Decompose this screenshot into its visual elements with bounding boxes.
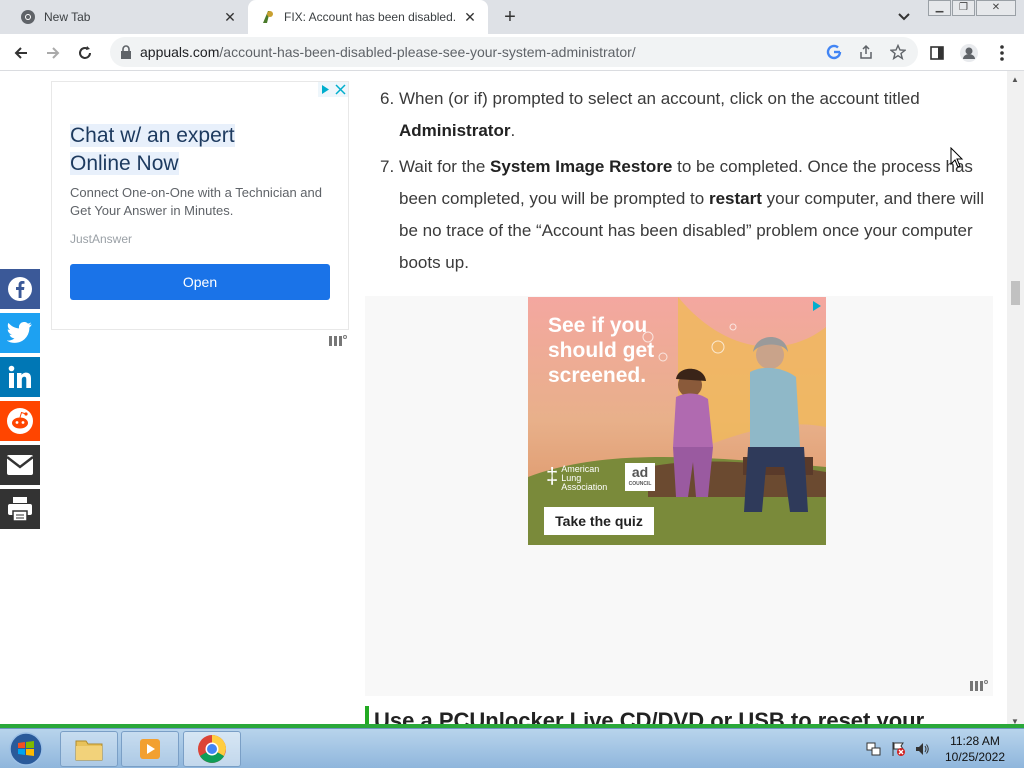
- ad-council-logo: ad COUNCIL: [625, 463, 655, 491]
- print-icon[interactable]: [0, 489, 40, 529]
- tab-strip: New Tab ✕ FIX: Account has been disabled…: [0, 0, 1024, 34]
- menu-kebab-icon[interactable]: [989, 40, 1015, 66]
- restore-button[interactable]: ❐: [952, 0, 975, 16]
- mouse-cursor-icon: [950, 146, 964, 174]
- minimize-button[interactable]: ▁: [928, 0, 951, 16]
- reload-icon[interactable]: [72, 40, 98, 66]
- profile-icon[interactable]: [956, 40, 982, 66]
- reddit-icon[interactable]: [0, 401, 40, 441]
- tab-close-icon[interactable]: ✕: [458, 9, 482, 26]
- media-player-icon: [140, 739, 160, 759]
- ad-headline: Chat w/ an expert Online Now: [70, 124, 235, 175]
- lock-icon[interactable]: [120, 45, 132, 59]
- windows-taskbar: 11:28 AM 10/25/2022: [0, 728, 1024, 768]
- linkedin-icon[interactable]: [0, 357, 40, 397]
- browser-toolbar: appuals.com/account-has-been-disabled-pl…: [0, 34, 1024, 71]
- side-panel-icon[interactable]: [924, 40, 950, 66]
- appuals-icon: [260, 9, 276, 25]
- chrome-icon: [198, 735, 226, 763]
- folder-icon: [75, 740, 103, 761]
- media-player-taskbar-button[interactable]: [121, 731, 179, 767]
- cross-icon: ‡: [546, 463, 559, 488]
- action-center-icon[interactable]: [890, 741, 906, 762]
- clock-date: 10/25/2022: [944, 750, 1006, 764]
- google-icon[interactable]: [824, 42, 844, 62]
- mediavine-icon: [969, 678, 989, 695]
- page-viewport: Chat w/ an expert Online Now Connect One-…: [0, 71, 1024, 728]
- lung-association-logo: ‡ American Lung Association: [546, 463, 608, 492]
- ad-open-button[interactable]: Open: [70, 264, 330, 300]
- tab-close-icon[interactable]: ✕: [218, 9, 242, 26]
- url-host: appuals.com: [140, 44, 220, 60]
- chrome-taskbar-button[interactable]: [183, 731, 241, 767]
- share-icon[interactable]: [856, 42, 876, 62]
- mediavine-icon: [328, 333, 348, 350]
- ad-brand: JustAnswer: [70, 232, 133, 246]
- system-tray: [862, 733, 942, 765]
- facebook-icon[interactable]: [0, 269, 40, 309]
- page-scrollbar[interactable]: ▲ ▼: [1007, 71, 1024, 728]
- scroll-up-icon[interactable]: ▲: [1011, 75, 1019, 84]
- back-icon[interactable]: [8, 40, 34, 66]
- social-share-bar: [0, 269, 40, 533]
- take-quiz-button[interactable]: Take the quiz: [544, 507, 654, 535]
- clock-time: 11:28 AM: [950, 734, 1000, 748]
- explorer-taskbar-button[interactable]: [60, 731, 118, 767]
- windows-logo-icon: [9, 732, 43, 766]
- adchoices-icon[interactable]: [810, 299, 824, 313]
- network-icon[interactable]: [866, 741, 882, 762]
- url-path: /account-has-been-disabled-please-see-yo…: [219, 44, 636, 60]
- ad-lung-association-container: See if you should get screened. ‡ American…: [365, 296, 993, 696]
- ad-headline: See if you should get screened.: [548, 314, 655, 387]
- tab-active-article[interactable]: FIX: Account has been disabled. Please s…: [248, 0, 488, 34]
- start-button[interactable]: [6, 731, 46, 767]
- ad-description: Connect One-on-One with a Technician and…: [70, 185, 322, 218]
- twitter-icon[interactable]: [0, 313, 40, 353]
- email-icon[interactable]: [0, 445, 40, 485]
- ad-justanswer[interactable]: Chat w/ an expert Online Now Connect One-…: [51, 81, 349, 330]
- chrome-icon: [20, 9, 36, 25]
- tab-title: New Tab: [44, 10, 91, 24]
- taskbar-clock[interactable]: 11:28 AM 10/25/2022: [935, 733, 1015, 765]
- chevron-down-icon[interactable]: [894, 8, 914, 26]
- bookmark-star-icon[interactable]: [888, 42, 908, 62]
- adchoices-icon[interactable]: [318, 82, 348, 98]
- scrollbar-thumb[interactable]: [1011, 281, 1020, 305]
- volume-icon[interactable]: [914, 741, 930, 762]
- new-tab-button[interactable]: +: [498, 5, 522, 29]
- tab-title: FIX: Account has been disabled. Please s…: [284, 10, 458, 24]
- forward-icon[interactable]: [40, 40, 66, 66]
- close-window-button[interactable]: ✕: [976, 0, 1016, 16]
- ad-lung-association[interactable]: See if you should get screened. ‡ American…: [528, 297, 826, 545]
- address-bar[interactable]: appuals.com/account-has-been-disabled-pl…: [110, 37, 918, 67]
- tab-new-tab[interactable]: New Tab ✕: [8, 0, 248, 34]
